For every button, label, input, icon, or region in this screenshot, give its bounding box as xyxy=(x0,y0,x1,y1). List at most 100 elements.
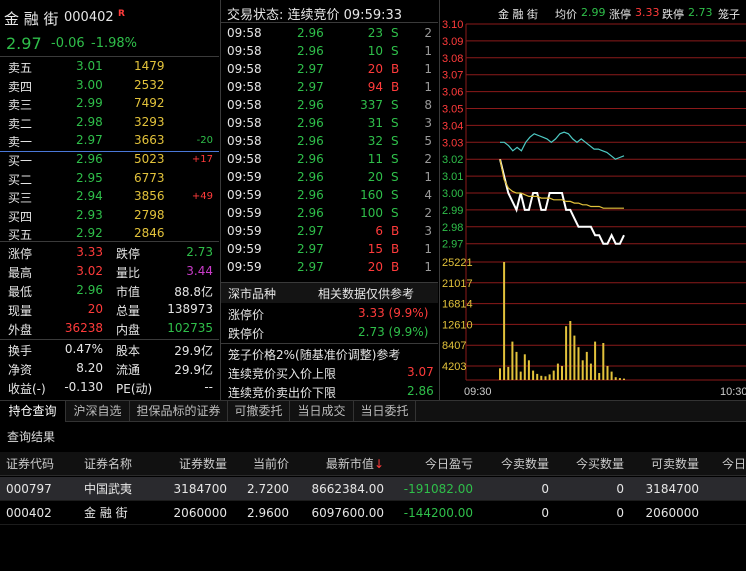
tick-row[interactable]: 09:59 2.97 6 B 3 xyxy=(221,222,438,240)
tick-time: 09:58 xyxy=(227,152,262,166)
stat-value: 3.02 xyxy=(76,264,103,278)
tick-time: 09:59 xyxy=(227,188,262,202)
tick-volume: 100 xyxy=(360,206,383,220)
price-change-pct: -1.98% xyxy=(91,36,137,51)
tick-row[interactable]: 09:58 2.96 10 S 1 xyxy=(221,42,438,60)
volume-tick-label: 8407 xyxy=(442,340,466,352)
tick-count: 2 xyxy=(424,152,432,166)
price-tick-label: 3.10 xyxy=(442,19,463,31)
volume-tick-label: 12610 xyxy=(442,319,473,331)
table-cell: -144200.00 xyxy=(403,506,473,520)
book-price[interactable]: 3.00 xyxy=(76,78,103,92)
tick-side: S xyxy=(391,44,399,58)
tick-row[interactable]: 09:59 2.96 100 S 2 xyxy=(221,204,438,222)
column-header[interactable]: 证券代码 xyxy=(6,452,54,476)
volume-bar xyxy=(523,354,526,380)
column-header[interactable]: 最新市值↓ xyxy=(326,452,384,476)
tick-side: S xyxy=(391,134,399,148)
tab-1[interactable]: 沪深自选 xyxy=(66,401,130,422)
tick-time: 09:58 xyxy=(227,134,262,148)
table-cell: 2.9600 xyxy=(247,506,289,520)
tick-price: 2.97 xyxy=(297,80,324,94)
quote-panel: 金 融 街 000402 R 2.97 -0.06 -1.98% 卖五 3.01 1… xyxy=(0,0,219,400)
tick-time: 09:59 xyxy=(227,206,262,220)
tick-row[interactable]: 09:59 2.97 20 B 1 xyxy=(221,258,438,276)
volume-bar xyxy=(519,371,522,380)
intraday-chart[interactable]: 金 融 街 均价 2.99 涨停 3.33 跌停 2.73 笼子 3.10 3.0… xyxy=(440,0,746,400)
volume-bar xyxy=(556,363,559,380)
tick-row[interactable]: 09:59 2.96 160 S 4 xyxy=(221,186,438,204)
tick-row[interactable]: 09:58 2.96 31 S 3 xyxy=(221,114,438,132)
chart-canvas: 3.10 3.09 3.08 3.07 3.06 3.05 3.04 3.03 3.02 3.01… xyxy=(442,19,746,398)
book-price[interactable]: 2.92 xyxy=(76,226,103,240)
tick-time: 09:58 xyxy=(227,116,262,130)
book-delta: +49 xyxy=(191,191,213,203)
book-price[interactable]: 2.98 xyxy=(76,115,103,129)
volume-bar xyxy=(614,377,617,380)
table-cell: 0 xyxy=(616,506,624,520)
stat-value: 29.9亿 xyxy=(174,344,213,358)
tab-5[interactable]: 当日委托 xyxy=(354,401,416,422)
bottom-tabs: 持仓查询 沪深自选 担保品标的证券 可撤委托 当日成交 当日委托 xyxy=(0,400,746,422)
book-volume: 3856 xyxy=(134,189,165,204)
cage-title: 笼子价格2%(随基准价调整)参考 xyxy=(228,348,401,362)
column-header[interactable]: 证券名称 xyxy=(84,452,132,476)
column-header[interactable]: 今买数量 xyxy=(576,452,624,476)
volume-tick-label: 16814 xyxy=(442,299,473,311)
tick-row[interactable]: 09:58 2.96 32 S 5 xyxy=(221,132,438,150)
volume-bar xyxy=(577,347,580,380)
tab-4[interactable]: 当日成交 xyxy=(290,401,354,422)
column-header[interactable]: 今日 xyxy=(722,452,746,476)
column-header[interactable]: 今卖数量 xyxy=(501,452,549,476)
volume-bar xyxy=(503,262,506,380)
price-tick-label: 3.05 xyxy=(442,104,463,116)
tick-row[interactable]: 09:59 2.97 15 B 1 xyxy=(221,240,438,258)
sell-cap-label: 连续竞价卖出价下限 xyxy=(228,386,337,400)
tick-count: 1 xyxy=(424,80,432,94)
tab-3[interactable]: 可撤委托 xyxy=(228,401,290,422)
volume-bar xyxy=(618,378,621,380)
tick-row[interactable]: 09:58 2.96 23 S 2 xyxy=(221,24,438,42)
tick-row[interactable]: 09:58 2.97 20 B 1 xyxy=(221,60,438,78)
tab-0[interactable]: 持仓查询 xyxy=(0,401,66,422)
stat-label: 市值 xyxy=(116,285,141,299)
stat-value: 3.33 xyxy=(76,245,103,259)
table-cell: 000402 xyxy=(6,506,52,520)
column-header[interactable]: 可卖数量 xyxy=(651,452,699,476)
book-price[interactable]: 2.97 xyxy=(76,133,103,147)
book-price[interactable]: 2.99 xyxy=(76,96,103,110)
book-delta: +17 xyxy=(191,154,213,165)
tick-row[interactable]: 09:58 2.96 337 S 8 xyxy=(221,96,438,114)
stat-value: 2.96 xyxy=(76,283,103,297)
tick-row[interactable]: 09:58 2.96 11 S 2 xyxy=(221,150,438,168)
volume-bar xyxy=(561,366,563,380)
volume-bar xyxy=(548,374,551,380)
info-subtitle: 相关数据仅供参考 xyxy=(318,287,415,301)
tick-row[interactable]: 09:59 2.96 20 S 1 xyxy=(221,168,438,186)
stat-value: 2.73 xyxy=(186,245,213,259)
tick-count: 1 xyxy=(424,62,432,76)
book-price[interactable]: 2.93 xyxy=(76,208,103,222)
volume-bar xyxy=(544,376,547,380)
table-cell: 6097600.00 xyxy=(311,506,384,520)
table-cell: 0 xyxy=(541,506,549,520)
x-tick-label: 09:30 xyxy=(464,386,492,398)
volume-bar xyxy=(573,335,576,380)
price-series-line xyxy=(499,158,625,245)
column-header[interactable]: 今日盈亏 xyxy=(425,452,473,476)
book-volume: 7492 xyxy=(134,96,165,111)
tick-price: 2.96 xyxy=(297,134,324,148)
table-cell: 3184700 xyxy=(173,482,227,496)
price-tick-label: 2.98 xyxy=(442,222,463,234)
tab-2[interactable]: 担保品标的证券 xyxy=(130,401,228,422)
stat-label: 最高 xyxy=(8,266,33,280)
book-price[interactable]: 2.94 xyxy=(76,189,103,203)
tick-row[interactable]: 09:58 2.97 94 B 1 xyxy=(221,78,438,96)
column-header[interactable]: 当前价 xyxy=(253,452,289,476)
book-price[interactable]: 3.01 xyxy=(76,59,103,73)
book-price[interactable]: 2.96 xyxy=(76,152,103,166)
column-header[interactable]: 证券数量 xyxy=(179,452,227,476)
volume-bar xyxy=(610,371,613,380)
stat-label: 量比 xyxy=(116,266,141,280)
book-price[interactable]: 2.95 xyxy=(76,171,103,185)
